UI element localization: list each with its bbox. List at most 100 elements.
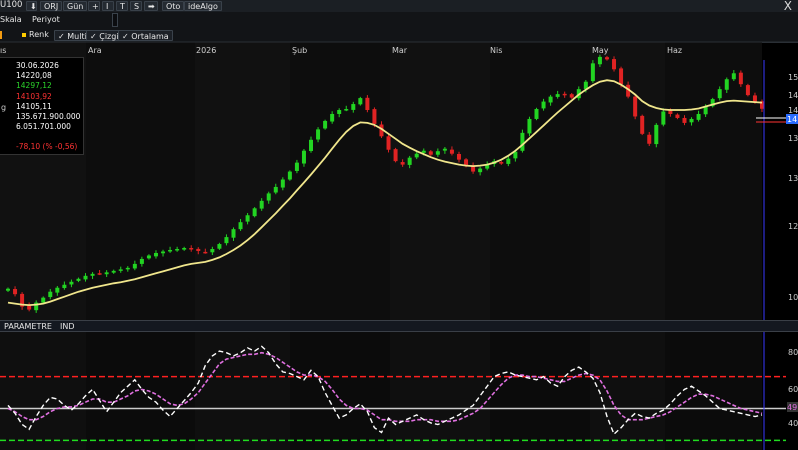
period-label[interactable]: Periyot [32, 15, 60, 24]
chip-ortalama[interactable]: ✓ Ortalama [118, 30, 173, 41]
candle-body [175, 249, 180, 251]
ohlc-high: 14297,12 [16, 81, 52, 91]
month-band [86, 42, 195, 320]
ohlc-volume: 135.671.900.000 [16, 112, 81, 122]
candle-body [464, 159, 469, 167]
candle-body [745, 85, 750, 96]
x-axis-label: Şub [292, 46, 307, 55]
candle-body [294, 162, 299, 171]
ohlc-amount: 6.051.701.000 [16, 122, 71, 132]
price-tag [786, 114, 798, 124]
symbol-label[interactable]: U100 [0, 0, 22, 10]
candle-body [55, 287, 60, 293]
toolbar-button-download[interactable]: ⬇ [26, 1, 37, 11]
candle-body [69, 281, 74, 285]
x-axis-label: Nis [490, 46, 502, 55]
candle-body [287, 171, 292, 180]
candle-body [111, 270, 116, 273]
toolbar-button-plus[interactable]: + [88, 1, 100, 11]
candle-body [273, 186, 278, 193]
candle-body [231, 229, 236, 238]
candle-body [161, 251, 166, 254]
toolbar-button-s[interactable]: S [130, 1, 142, 11]
candle-body [576, 89, 581, 99]
price-chart[interactable]: ıs Ara 2026 Şub Mar Nis May Haz 150 140 140 130 130… [0, 0, 798, 450]
candle-body [245, 215, 250, 222]
indicator-header: PARAMETRE IND [0, 320, 798, 332]
candle-body [442, 148, 447, 151]
indicator-y-label: 40 [788, 419, 798, 428]
month-band [86, 332, 195, 450]
ohlc-low: 14103,92 [16, 91, 52, 101]
x-axis-label: Mar [392, 46, 408, 55]
candle-body [583, 81, 588, 90]
candle-body [640, 115, 645, 134]
x-axis-label: Ara [88, 46, 102, 55]
arrow-right-icon[interactable]: ➡ [144, 1, 158, 11]
candle-body [421, 150, 426, 153]
candle-body [393, 149, 398, 162]
candle-body [456, 153, 461, 160]
candle-body [139, 258, 144, 264]
toolbar-button-orj[interactable]: ORJ [40, 1, 63, 11]
indicator-param-label[interactable]: PARAMETRE [4, 322, 52, 331]
scale-label[interactable]: Skala [0, 15, 22, 24]
month-band [290, 332, 390, 450]
toolbar-button-oto[interactable]: Oto [162, 1, 185, 11]
candle-body [478, 168, 483, 173]
month-band [590, 42, 665, 320]
candle-body [210, 249, 215, 253]
toolbar-button-t[interactable]: T [116, 1, 128, 11]
candle-body [696, 113, 701, 120]
chip-multi-label: Multi [67, 32, 87, 41]
toolbar-button-idealgo[interactable]: ideAlgo [184, 1, 222, 11]
chip-cizgi-label: Çizgi [99, 32, 119, 41]
ohlc-side-letter: g [1, 103, 7, 112]
candle-body [189, 248, 194, 250]
candle-body [703, 106, 708, 115]
candle-body [471, 165, 476, 172]
candle-body [217, 244, 222, 249]
candle-body [76, 278, 81, 281]
candle-body [104, 272, 109, 275]
x-axis-label: May [592, 46, 609, 55]
indicator-line [7, 345, 763, 436]
candle-body [330, 113, 335, 122]
candle-body [597, 56, 602, 65]
candle-body [372, 109, 377, 124]
candle-body [534, 109, 539, 119]
candle-body [34, 302, 39, 311]
candle-body [513, 151, 518, 159]
candle-body [520, 132, 525, 151]
color-swatch[interactable] [22, 33, 26, 37]
candle-body [435, 151, 440, 155]
month-band [290, 42, 390, 320]
y-axis-label: 150 [788, 73, 798, 82]
toolbar-button-i[interactable]: I [102, 1, 114, 11]
candle-body [527, 118, 532, 134]
candle-body [499, 162, 504, 164]
month-band [490, 42, 590, 320]
candle-body [428, 151, 433, 155]
candle-body [379, 124, 384, 137]
month-band [390, 332, 490, 450]
candle-body [400, 162, 405, 165]
indicator-y-label: 80 [788, 348, 798, 357]
toolbar-button-gun[interactable]: Gün [63, 1, 88, 11]
candle-body [731, 73, 736, 80]
indicator-ind-label[interactable]: IND [60, 322, 75, 331]
candle-body [548, 96, 553, 103]
candle-body [724, 79, 729, 90]
candle-body [252, 208, 257, 217]
month-band [390, 42, 490, 320]
candle-body [612, 59, 617, 70]
color-label[interactable]: Renk [29, 30, 49, 39]
period-input[interactable] [112, 13, 118, 27]
month-band [490, 332, 590, 450]
candle-body [752, 95, 757, 102]
candle-body [83, 275, 88, 280]
month-band [195, 42, 290, 320]
candle-body [309, 139, 314, 152]
candle-body [344, 109, 349, 111]
candle-body [738, 72, 743, 85]
